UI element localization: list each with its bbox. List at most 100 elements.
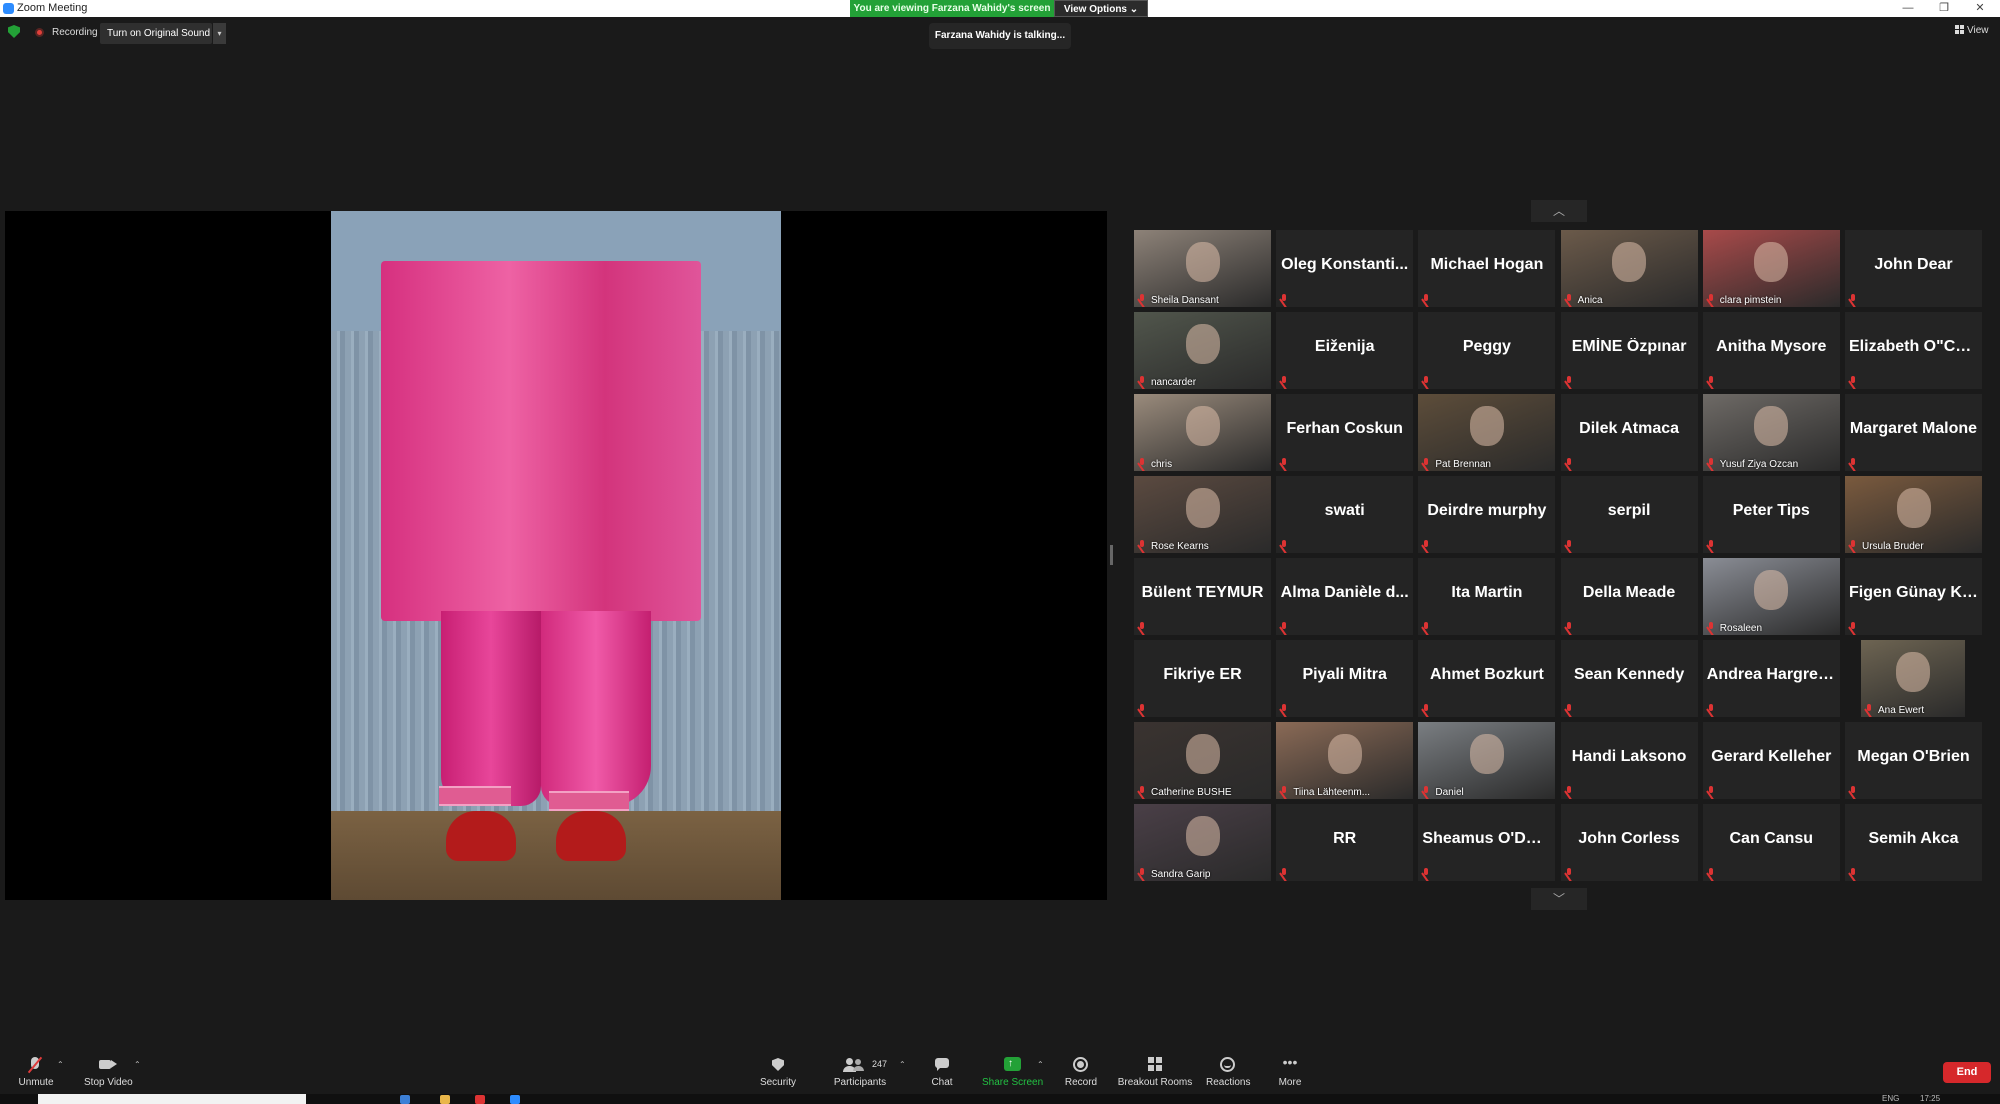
original-sound-dropdown[interactable]: ▾ — [212, 23, 226, 44]
participant-tile[interactable]: chrischris — [1134, 394, 1271, 471]
taskbar-folder-icon[interactable] — [440, 1095, 450, 1104]
participant-tile[interactable]: Eiženija — [1276, 312, 1414, 389]
participant-tile[interactable]: John Dear — [1845, 230, 1982, 307]
participant-tile[interactable]: DanielDaniel — [1418, 722, 1556, 799]
participant-tile[interactable]: Bülent TEYMUR — [1134, 558, 1271, 635]
participant-tile[interactable]: clara pimsteinclara pimstein — [1702, 230, 1840, 307]
language-indicator[interactable]: ENG — [1882, 1094, 1899, 1103]
record-button[interactable]: Record — [1064, 1057, 1098, 1088]
gallery-page-up-button[interactable]: ︿ — [1531, 200, 1587, 222]
participant-tile[interactable]: Ferhan Coskun — [1276, 394, 1414, 471]
floor — [331, 811, 781, 900]
participant-video-label: Rosaleen — [1719, 623, 1763, 634]
participant-tile[interactable]: Handi Laksono — [1560, 722, 1698, 799]
red-sandal-left — [446, 811, 516, 861]
participant-tile[interactable]: Rose KearnsRose Kearns — [1134, 476, 1271, 553]
breakout-rooms-button[interactable]: Breakout Rooms — [1117, 1057, 1193, 1088]
participant-tile[interactable]: Peter Tips — [1702, 476, 1840, 553]
encryption-shield-icon[interactable] — [8, 25, 20, 38]
participant-tile[interactable]: Ita Martin — [1418, 558, 1556, 635]
participant-tile[interactable]: Sandra GaripSandra Garip — [1134, 804, 1271, 881]
taskbar-search-box[interactable] — [38, 1094, 306, 1104]
participant-tile[interactable]: Tiina Lähteenm...Tiina Lähteenm... — [1276, 722, 1414, 799]
participant-tile[interactable]: nancardernancarder — [1134, 312, 1271, 389]
participant-tile[interactable]: Piyali Mitra — [1276, 640, 1414, 717]
video-options-caret[interactable]: ⌃ — [134, 1060, 141, 1069]
participant-tile[interactable]: EMİNE Özpınar — [1560, 312, 1698, 389]
view-button[interactable]: View — [1955, 25, 1989, 36]
chat-button[interactable]: Chat — [928, 1057, 956, 1088]
zoom-app-icon — [3, 3, 14, 14]
unmute-button[interactable]: Unmute — [18, 1056, 54, 1088]
participant-tile[interactable]: Deirdre murphy — [1418, 476, 1556, 553]
participant-tile[interactable]: Anitha Mysore — [1702, 312, 1840, 389]
more-button[interactable]: ••• More — [1276, 1055, 1304, 1088]
participant-tile[interactable]: Catherine BUSHECatherine BUSHE — [1134, 722, 1271, 799]
participant-tile[interactable]: Margaret Malone — [1845, 394, 1982, 471]
participant-name: Ita Martin — [1451, 584, 1523, 601]
participant-tile[interactable]: Sheamus O'Don... — [1418, 804, 1556, 881]
audio-options-caret[interactable]: ⌃ — [57, 1060, 64, 1069]
clock[interactable]: 17:25 — [1920, 1094, 1940, 1103]
grid-view-icon — [1955, 25, 1964, 34]
security-button[interactable]: Security — [758, 1057, 798, 1088]
participant-tile[interactable]: Dilek Atmaca — [1560, 394, 1698, 471]
reactions-button[interactable]: Reactions — [1206, 1057, 1250, 1088]
muted-mic-icon — [1422, 376, 1430, 386]
participant-name: Alma Danièle d... — [1280, 584, 1409, 601]
taskbar-app-icon[interactable] — [475, 1095, 485, 1104]
participant-tile[interactable]: Figen Günay Kılıç — [1845, 558, 1982, 635]
participant-video-feed — [1185, 406, 1220, 446]
participant-tile[interactable]: Sean Kennedy — [1560, 640, 1698, 717]
participant-video-label: chris — [1151, 459, 1173, 470]
taskbar-zoom-icon[interactable] — [510, 1095, 520, 1104]
minimize-button[interactable]: — — [1891, 0, 1925, 17]
gallery-page-down-button[interactable]: ﹀ — [1531, 888, 1587, 910]
original-sound-button[interactable]: Turn on Original Sound — [100, 23, 212, 44]
participant-tile[interactable]: John Corless — [1560, 804, 1698, 881]
share-options-caret[interactable]: ⌃ — [1037, 1060, 1044, 1069]
participant-tile[interactable]: AnicaAnica — [1560, 230, 1698, 307]
participant-tile[interactable]: Della Meade — [1560, 558, 1698, 635]
participant-video-label: Ursula Bruder — [1862, 541, 1924, 552]
participant-tile[interactable]: serpil — [1560, 476, 1698, 553]
participant-tile[interactable]: RR — [1276, 804, 1414, 881]
smiley-icon — [1206, 1057, 1248, 1073]
view-options-button[interactable]: View Options ⌄ — [1054, 0, 1148, 17]
participant-tile[interactable]: Ahmet Bozkurt — [1418, 640, 1556, 717]
close-button[interactable]: ✕ — [1963, 0, 1997, 17]
participant-tile[interactable]: Michael Hogan — [1418, 230, 1556, 307]
participant-video-feed — [1754, 570, 1789, 610]
participant-tile[interactable]: Ana EwertAna Ewert — [1861, 640, 1965, 717]
participant-tile[interactable]: Gerard Kelleher — [1702, 722, 1840, 799]
taskbar-app-icon[interactable] — [400, 1095, 410, 1104]
participant-tile[interactable]: RosaleenRosaleen — [1702, 558, 1840, 635]
participant-tile[interactable]: Fikriye ER — [1134, 640, 1271, 717]
participant-tile[interactable]: swati — [1276, 476, 1414, 553]
participant-tile[interactable]: Ursula BruderUrsula Bruder — [1845, 476, 1982, 553]
participant-name: Fikriye ER — [1163, 666, 1242, 683]
participant-tile[interactable]: Pat BrennanPat Brennan — [1418, 394, 1556, 471]
participant-tile[interactable]: Elizabeth O"Co... — [1845, 312, 1982, 389]
participant-tile[interactable]: Alma Danièle d... — [1276, 558, 1414, 635]
participant-video-label: Daniel — [1435, 787, 1464, 798]
participants-options-caret[interactable]: ⌃ — [899, 1060, 906, 1069]
participant-tile[interactable]: Megan O'Brien — [1845, 722, 1982, 799]
end-meeting-button[interactable]: End — [1943, 1062, 1991, 1083]
splitter-handle[interactable] — [1110, 545, 1113, 565]
participant-video-label: Pat Brennan — [1435, 459, 1491, 470]
participant-tile[interactable]: Sheila DansantSheila Dansant — [1134, 230, 1271, 307]
participant-tile[interactable]: Semih Akca — [1845, 804, 1982, 881]
participant-tile[interactable]: Andrea Hargrea... — [1702, 640, 1840, 717]
participant-tile[interactable]: Yusuf Ziya OzcanYusuf Ziya Ozcan — [1702, 394, 1840, 471]
stop-video-button[interactable]: Stop Video — [84, 1057, 133, 1088]
restore-button[interactable]: ❐ — [1927, 0, 1961, 17]
participant-name: swati — [1324, 502, 1365, 519]
participant-tile[interactable]: Can Cansu — [1702, 804, 1840, 881]
muted-mic-icon — [1422, 786, 1430, 796]
participant-tile[interactable]: Oleg Konstanti... — [1276, 230, 1414, 307]
share-screen-button[interactable]: ↑ Share Screen — [982, 1057, 1043, 1088]
participant-tile[interactable]: Peggy — [1418, 312, 1556, 389]
meeting-toolbar: Unmute ⌃ Stop Video ⌃ Security Participa… — [0, 1050, 2000, 1094]
muted-mic-icon — [1565, 294, 1573, 304]
